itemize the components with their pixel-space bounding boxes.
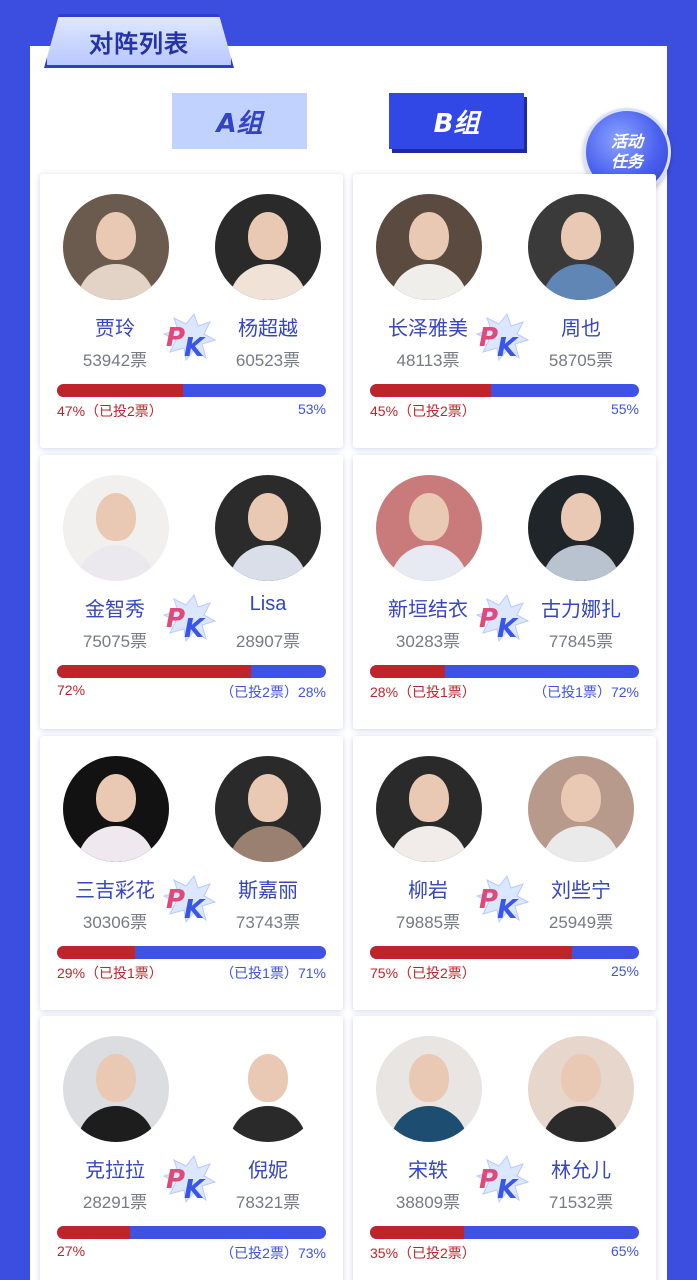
vote-progress-bar — [370, 1226, 639, 1239]
activity-badge-line2: 任务 — [610, 152, 643, 171]
avatar-left[interactable] — [63, 756, 169, 862]
svg-text:P: P — [166, 885, 185, 915]
pk-icon: PK — [162, 1154, 217, 1205]
vote-percent-left: 35%（已投2票） — [370, 1245, 476, 1261]
avatar-right[interactable] — [528, 1036, 634, 1142]
svg-text:P: P — [166, 604, 185, 634]
pk-badge: PK — [160, 593, 217, 644]
pk-icon: PK — [475, 593, 530, 644]
avatar-left[interactable] — [63, 1036, 169, 1142]
svg-text:K: K — [184, 895, 206, 924]
vote-progress-fill — [370, 946, 572, 959]
vote-progress-bar — [57, 665, 326, 678]
pk-icon: PK — [475, 312, 530, 363]
avatar-left[interactable] — [376, 475, 482, 581]
vote-percent-left: 45%（已投2票） — [370, 403, 476, 419]
vote-percent-left: 72% — [57, 682, 86, 698]
avatar-left[interactable] — [376, 1036, 482, 1142]
vote-percent-right: （已投2票）28% — [220, 684, 326, 700]
section-title-tab: 对阵列表 — [44, 14, 234, 68]
pk-badge: PK — [473, 593, 530, 644]
vote-percent-left: 27% — [57, 1243, 86, 1259]
svg-text:P: P — [479, 885, 498, 915]
pk-badge: PK — [473, 312, 530, 363]
avatar-right[interactable] — [528, 756, 634, 862]
vote-percent-right: （已投1票）72% — [533, 684, 639, 700]
vote-percent-right: 25% — [610, 963, 639, 979]
vote-progress-fill — [57, 665, 251, 678]
avatar-right[interactable] — [215, 194, 321, 300]
avatar-left[interactable] — [63, 475, 169, 581]
pk-icon: PK — [475, 874, 530, 925]
svg-text:K: K — [497, 1175, 519, 1204]
pk-badge: PK — [160, 1154, 217, 1205]
match-card[interactable]: 柳岩 刘些宁 79885票 25949票 P K 75%（已投2票） 25% — [353, 736, 656, 1010]
svg-text:K: K — [184, 1175, 206, 1204]
match-card[interactable]: 贾玲 杨超越 53942票 60523票 P K 47%（已投2票） 53% — [40, 174, 343, 448]
match-card[interactable]: 克拉拉 倪妮 28291票 78321票 P K 27% （已投2票）73% — [40, 1016, 343, 1280]
vote-percent-left: 29%（已投1票） — [57, 965, 163, 981]
pk-icon: PK — [162, 593, 217, 644]
svg-text:K: K — [184, 614, 206, 643]
vote-percent-left: 75%（已投2票） — [370, 965, 476, 981]
activity-badge-line1: 活动 — [610, 132, 643, 151]
vote-percent-right: 53% — [297, 401, 326, 417]
pk-icon: PK — [162, 312, 217, 363]
pk-badge: PK — [160, 312, 217, 363]
section-title: 对阵列表 — [89, 29, 189, 58]
avatar-right[interactable] — [528, 475, 634, 581]
vote-progress-bar — [57, 1226, 326, 1239]
avatar-right[interactable] — [528, 194, 634, 300]
svg-text:P: P — [479, 1165, 498, 1195]
pk-icon: PK — [162, 874, 217, 925]
svg-text:P: P — [166, 1165, 185, 1195]
tab-group-a[interactable]: A组 — [172, 93, 307, 149]
svg-text:K: K — [184, 333, 206, 362]
pk-icon: PK — [475, 1154, 530, 1205]
avatar-left[interactable] — [376, 756, 482, 862]
vote-progress-bar — [370, 665, 639, 678]
svg-text:K: K — [497, 895, 519, 924]
vote-progress-bar — [370, 946, 639, 959]
svg-text:P: P — [479, 604, 498, 634]
vote-percent-left: 28%（已投1票） — [370, 684, 476, 700]
pk-badge: PK — [473, 1154, 530, 1205]
match-card[interactable]: 宋轶 林允儿 38809票 71532票 P K 35%（已投2票） 65% — [353, 1016, 656, 1280]
vote-progress-bar — [57, 384, 326, 397]
tab-group-b[interactable]: B组 — [389, 93, 524, 149]
vote-progress-fill — [57, 384, 184, 397]
pk-badge: PK — [160, 874, 217, 925]
vote-progress-fill — [370, 1226, 465, 1239]
avatar-right[interactable] — [215, 1036, 321, 1142]
svg-text:P: P — [479, 323, 498, 353]
vote-percent-right: （已投1票）71% — [220, 965, 326, 981]
vote-percent-right: 65% — [610, 1243, 639, 1259]
avatar-left[interactable] — [376, 194, 482, 300]
vote-progress-fill — [57, 1226, 130, 1239]
vote-progress-fill — [370, 665, 446, 678]
avatar-right[interactable] — [215, 756, 321, 862]
vote-progress-bar — [57, 946, 326, 959]
svg-text:K: K — [497, 614, 519, 643]
svg-text:P: P — [166, 323, 185, 353]
svg-text:K: K — [497, 333, 519, 362]
avatar-left[interactable] — [63, 194, 169, 300]
vote-progress-fill — [57, 946, 135, 959]
vote-percent-left: 47%（已投2票） — [57, 403, 163, 419]
vote-percent-right: 55% — [610, 401, 639, 417]
vote-progress-fill — [370, 384, 492, 397]
match-card[interactable]: 新垣结衣 古力娜扎 30283票 77845票 P K 28%（已投1票） （已投1票）72% — [353, 455, 656, 729]
avatar-right[interactable] — [215, 475, 321, 581]
match-card[interactable]: 三吉彩花 斯嘉丽 30306票 73743票 P K 29%（已投1票） （已投1票）71% — [40, 736, 343, 1010]
vote-percent-right: （已投2票）73% — [220, 1245, 326, 1261]
match-card[interactable]: 金智秀 Lisa 75075票 28907票 P K 72% （已投2票）28% — [40, 455, 343, 729]
match-card[interactable]: 长泽雅美 周也 48113票 58705票 P K 45%（已投2票） 55% — [353, 174, 656, 448]
vote-progress-bar — [370, 384, 639, 397]
pk-badge: PK — [473, 874, 530, 925]
